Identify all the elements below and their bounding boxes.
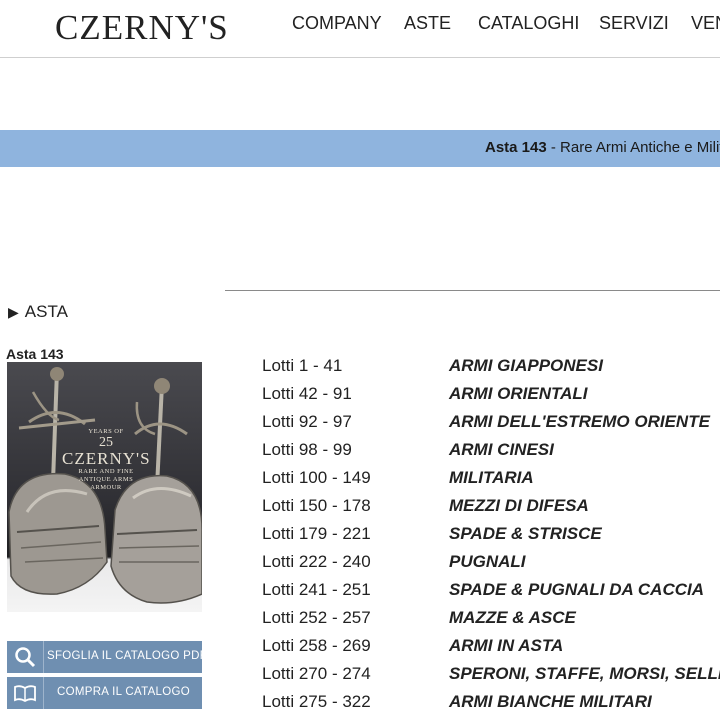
- lot-range: Lotti 270 - 274: [262, 664, 371, 683]
- catalog-cover-image[interactable]: YEARS OF 25 CZERNY'S RARE AND FINE ANTIQ…: [7, 362, 202, 612]
- lot-range: Lotti 150 - 178: [262, 496, 371, 515]
- buy-catalog-label: COMPRA IL CATALOGO: [57, 686, 190, 698]
- lot-range: Lotti 222 - 240: [262, 552, 371, 571]
- lot-category-link[interactable]: ARMI IN ASTA: [449, 636, 563, 656]
- browse-pdf-label: SFOGLIA IL CATALOGO PDF: [47, 650, 208, 662]
- lot-range: Lotti 42 - 91: [262, 384, 352, 403]
- lot-range: Lotti 252 - 257: [262, 608, 371, 627]
- lot-category-link[interactable]: SPADE & STRISCE: [449, 524, 602, 544]
- nav-item-company[interactable]: COMPANY: [292, 13, 382, 34]
- list-item: Lotti 1 - 41 ARMI GIAPPONESI: [262, 356, 720, 384]
- asta-section-header[interactable]: ▶ ASTA: [8, 302, 68, 322]
- search-icon: [7, 641, 44, 673]
- list-item: Lotti 222 - 240 PUGNALI: [262, 552, 720, 580]
- lot-category-link[interactable]: ARMI GIAPPONESI: [449, 356, 603, 376]
- list-item: Lotti 98 - 99 ARMI CINESI: [262, 440, 720, 468]
- lot-range: Lotti 258 - 269: [262, 636, 371, 655]
- cover-line-1: RARE AND FINE: [78, 468, 134, 475]
- auction-band-text: Asta 143 - Rare Armi Antiche e Milita: [485, 139, 720, 156]
- cover-line-3: ARMOUR: [90, 484, 122, 491]
- lot-range: Lotti 179 - 221: [262, 524, 371, 543]
- list-item: Lotti 150 - 178 MEZZI DI DIFESA: [262, 496, 720, 524]
- lot-category-link[interactable]: PUGNALI: [449, 552, 526, 572]
- lot-category-link[interactable]: SPADE & PUGNALI DA CACCIA: [449, 580, 704, 600]
- list-item: Lotti 241 - 251 SPADE & PUGNALI DA CACCI…: [262, 580, 720, 608]
- lot-category-link[interactable]: ARMI DELL'ESTREMO ORIENTE: [449, 412, 710, 432]
- cover-brand: CZERNY'S: [62, 449, 151, 468]
- cover-line-2: ANTIQUE ARMS: [78, 476, 134, 483]
- lot-range: Lotti 275 - 322: [262, 692, 371, 711]
- nav-item-ven[interactable]: VEN: [691, 13, 720, 34]
- catalog-cover-badge: YEARS OF 25 CZERNY'S RARE AND FINE ANTIQ…: [62, 428, 150, 492]
- lot-range: Lotti 92 - 97: [262, 412, 352, 431]
- buy-catalog-button[interactable]: COMPRA IL CATALOGO: [7, 677, 202, 709]
- nav-item-cataloghi[interactable]: CATALOGHI: [478, 13, 579, 34]
- browse-pdf-catalog-button[interactable]: SFOGLIA IL CATALOGO PDF: [7, 641, 207, 673]
- list-item: Lotti 42 - 91 ARMI ORIENTALI: [262, 384, 720, 412]
- lot-category-link[interactable]: MILITARIA: [449, 468, 534, 488]
- lot-category-link[interactable]: MEZZI DI DIFESA: [449, 496, 589, 516]
- book-icon: [7, 677, 44, 709]
- lot-category-link[interactable]: ARMI ORIENTALI: [449, 384, 588, 404]
- lot-category-link[interactable]: ARMI BIANCHE MILITARI: [449, 692, 652, 712]
- auction-band-title: - Rare Armi Antiche e Milita: [546, 139, 720, 156]
- lot-range: Lotti 98 - 99: [262, 440, 352, 459]
- auction-number: Asta 143: [6, 346, 64, 362]
- cover-years: 25: [99, 435, 113, 450]
- list-item: Lotti 179 - 221 SPADE & STRISCE: [262, 524, 720, 552]
- asta-section-label: ASTA: [24, 302, 68, 321]
- triangle-right-icon: ▶: [8, 304, 19, 320]
- list-item: Lotti 258 - 269 ARMI IN ASTA: [262, 636, 720, 664]
- list-item: Lotti 252 - 257 MAZZE & ASCE: [262, 608, 720, 636]
- lot-range: Lotti 241 - 251: [262, 580, 371, 599]
- nav-item-servizi[interactable]: SERVIZI: [599, 13, 669, 34]
- lot-category-link[interactable]: ARMI CINESI: [449, 440, 554, 460]
- lot-category-link[interactable]: MAZZE & ASCE: [449, 608, 576, 628]
- list-item: Lotti 270 - 274 SPERONI, STAFFE, MORSI, …: [262, 664, 720, 692]
- section-divider: [225, 290, 720, 291]
- auction-band-number: Asta 143: [485, 139, 547, 156]
- list-item: Lotti 92 - 97 ARMI DELL'ESTREMO ORIENTE: [262, 412, 720, 440]
- lot-range: Lotti 100 - 149: [262, 468, 371, 487]
- lot-category-link[interactable]: SPERONI, STAFFE, MORSI, SELLE: [449, 664, 720, 684]
- site-header: CZERNY'S COMPANY ASTE CATALOGHI SERVIZI …: [0, 0, 720, 58]
- list-item: Lotti 100 - 149 MILITARIA: [262, 468, 720, 496]
- main-nav: COMPANY ASTE CATALOGHI SERVIZI VEN: [0, 13, 720, 37]
- lot-range: Lotti 1 - 41: [262, 356, 343, 375]
- auction-band: Asta 143 - Rare Armi Antiche e Milita: [0, 130, 720, 167]
- nav-item-aste[interactable]: ASTE: [404, 13, 451, 34]
